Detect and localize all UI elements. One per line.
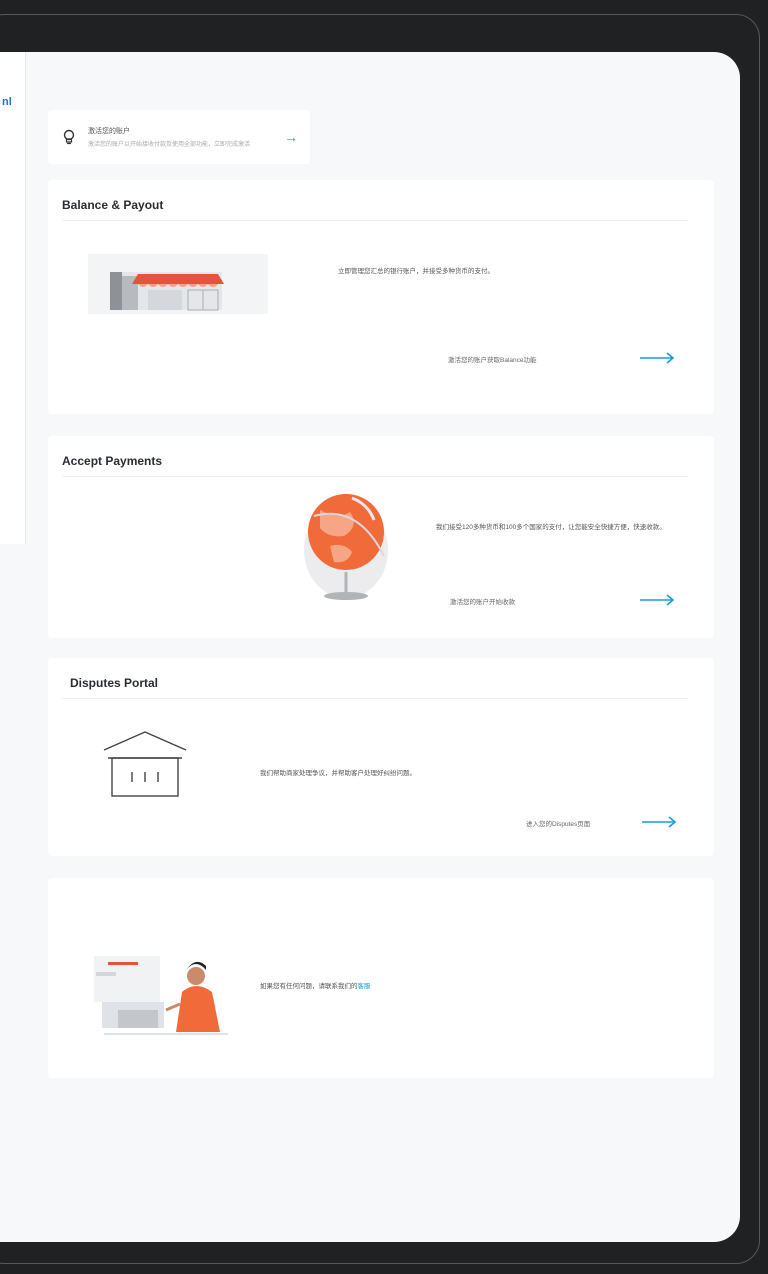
divider <box>62 220 688 221</box>
banner-title: 激活您的账户 <box>88 128 130 135</box>
storefront-illustration <box>88 254 268 314</box>
activate-account-banner[interactable]: 激活您的账户 激活您的账户以开始接收付款及使用全部功能，立即完成激活 → <box>48 110 310 164</box>
disputes-portal-card: Disputes Portal 我们帮助商家处理争议，并帮助客户处理好纠纷问题。… <box>48 658 714 856</box>
globe-illustration <box>304 494 388 600</box>
card-description: 我们接受120多种货币和100多个国家的支付，让您能安全快捷方便，快速收款。 <box>436 524 666 531</box>
card-title: Balance & Payout <box>62 198 164 212</box>
app-screen: nl 激活您的账户 激活您的账户以开始接收付款及使用全部功能，立即完成激活 → … <box>0 52 740 1242</box>
card-description: 立即管理您汇总的银行账户，并接受多种货币的支付。 <box>338 268 494 275</box>
card-title: Disputes Portal <box>70 676 159 690</box>
support-text: 如果您有任何问题，请联系我们的客服 <box>260 980 371 990</box>
divider <box>62 698 688 699</box>
support-link[interactable]: 客服 <box>358 983 371 990</box>
courthouse-icon <box>103 731 187 797</box>
arrow-right-icon[interactable]: → <box>284 129 298 145</box>
accept-payments-card: Accept Payments 我们接受120多种货币和100多个国家的支付，让… <box>48 436 714 638</box>
support-agent-illustration <box>94 956 228 1035</box>
divider <box>62 476 688 477</box>
card-link[interactable]: 激活您的账户获取Balance功能 <box>448 354 537 364</box>
card-link[interactable]: 进入您的Disputes页面 <box>526 818 590 828</box>
arrow-right-icon[interactable] <box>640 594 676 606</box>
support-card: 如果您有任何问题，请联系我们的客服 <box>48 878 714 1078</box>
card-link[interactable]: 激活您的账户开始收款 <box>450 596 515 606</box>
support-message: 如果您有任何问题，请联系我们的 <box>260 983 358 990</box>
balance-payout-card: Balance & Payout 立即管理您汇总的银行账户，并接受多种货币的支付… <box>48 180 714 414</box>
card-title: Accept Payments <box>62 454 163 468</box>
arrow-right-icon[interactable] <box>642 816 678 828</box>
sidebar-panel: nl <box>0 52 26 544</box>
sidebar-text: nl <box>2 96 12 108</box>
arrow-right-icon[interactable] <box>640 352 676 364</box>
lightbulb-icon <box>63 129 75 145</box>
card-description: 我们帮助商家处理争议，并帮助客户处理好纠纷问题。 <box>260 770 416 777</box>
banner-subtitle: 激活您的账户以开始接收付款及使用全部功能，立即完成激活 <box>88 142 251 148</box>
